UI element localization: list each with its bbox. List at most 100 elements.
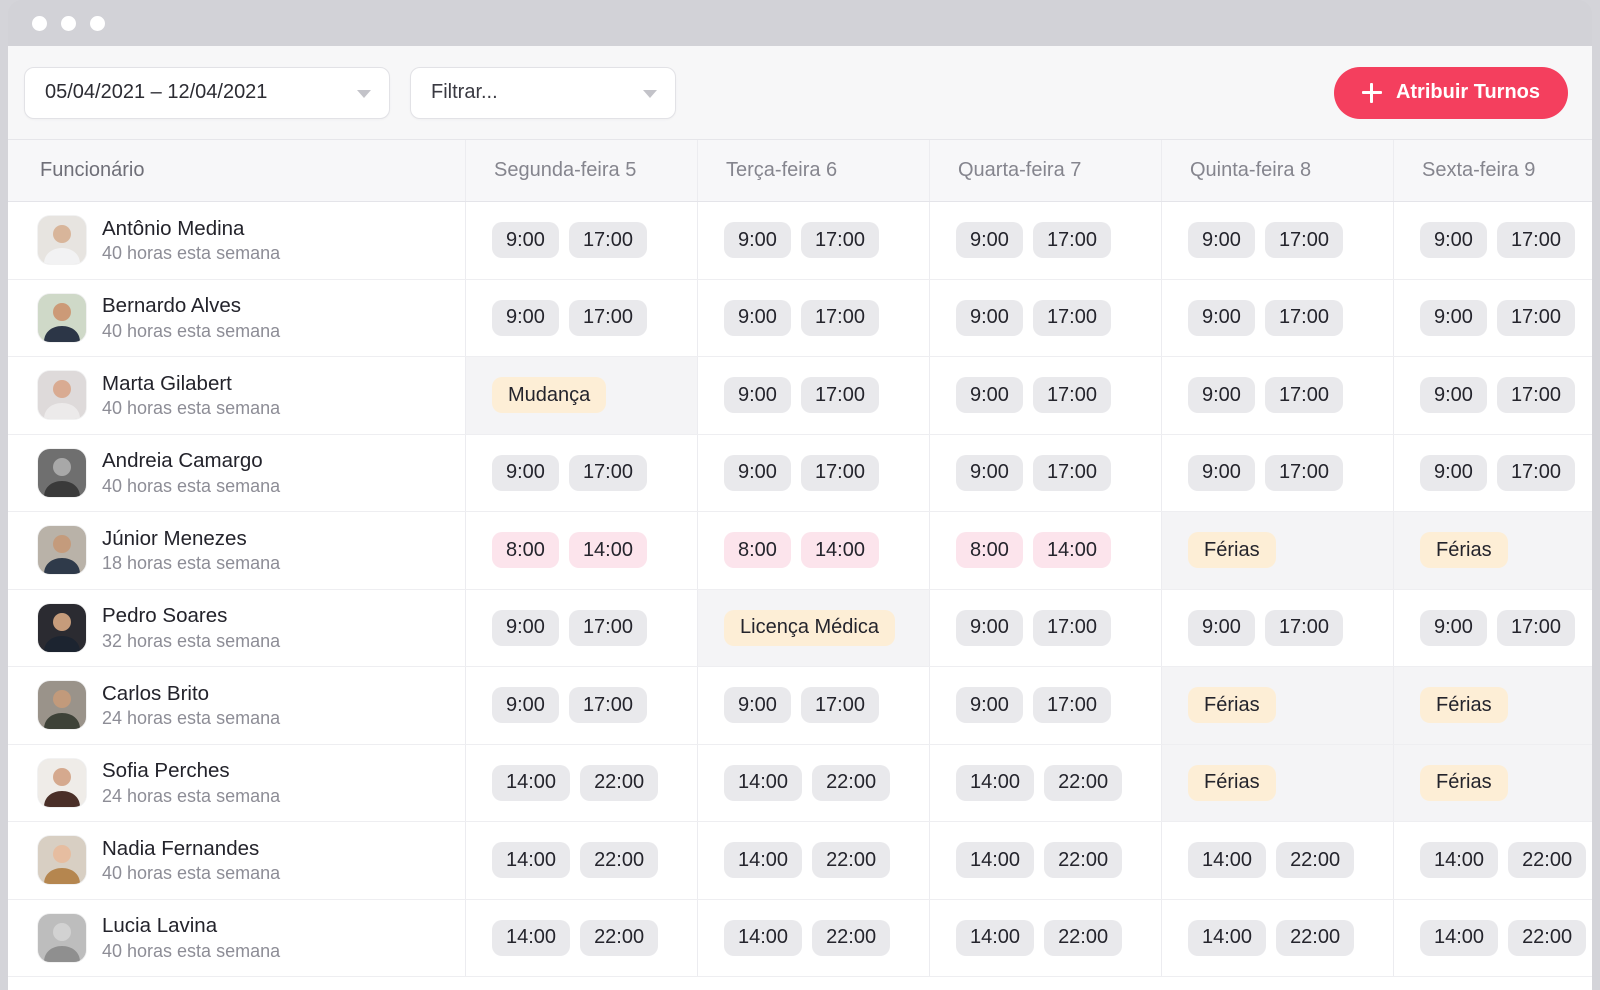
shift-cell[interactable]: 14:00 22:00 — [930, 822, 1162, 899]
shift-start-pill[interactable]: 9:00 — [1188, 222, 1255, 259]
shift-start-pill[interactable]: 9:00 — [1420, 377, 1487, 414]
shift-start-pill[interactable]: 9:00 — [956, 222, 1023, 259]
shift-end-pill[interactable]: 17:00 — [800, 222, 879, 259]
shift-end-pill[interactable]: 22:00 — [580, 919, 659, 956]
shift-start-pill[interactable]: 8:00 — [724, 532, 791, 569]
shift-cell[interactable]: 9:00 17:00 — [1394, 357, 1592, 434]
shift-end-pill[interactable]: 22:00 — [1044, 764, 1123, 801]
table-row[interactable]: Lucia Lavina 40 horas esta semana 14:00 22:… — [8, 899, 1592, 977]
shift-start-pill[interactable]: 14:00 — [724, 919, 803, 956]
shift-start-pill[interactable]: 14:00 — [492, 919, 571, 956]
absence-pill[interactable]: Licença Médica — [724, 609, 895, 646]
employee-cell[interactable]: Carlos Brito 24 horas esta semana — [8, 667, 466, 744]
shift-end-pill[interactable]: 22:00 — [580, 764, 659, 801]
shift-cell[interactable]: 8:00 14:00 — [466, 512, 698, 589]
shift-cell[interactable]: 8:00 14:00 — [930, 512, 1162, 589]
shift-end-pill[interactable]: 17:00 — [1264, 609, 1343, 646]
shift-start-pill[interactable]: 9:00 — [492, 222, 559, 259]
table-row[interactable]: Nadia Fernandes 40 horas esta semana 14:00… — [8, 822, 1592, 900]
table-row[interactable]: Pedro Soares 32 horas esta semana 9:00 17:0… — [8, 589, 1592, 667]
employee-cell[interactable]: Júnior Menezes 18 horas esta semana — [8, 512, 466, 589]
table-row[interactable]: Antônio Medina 40 horas esta semana 9:00 17… — [8, 202, 1592, 280]
shift-start-pill[interactable]: 14:00 — [1188, 919, 1267, 956]
employee-cell[interactable]: Sofia Perches 24 horas esta semana — [8, 744, 466, 821]
date-range-select[interactable]: 05/04/2021 – 12/04/2021 — [24, 66, 390, 119]
absence-pill[interactable]: Férias — [1188, 687, 1276, 724]
employee-cell[interactable]: Pedro Soares 32 horas esta semana — [8, 589, 466, 666]
table-row[interactable]: Sofia Perches 24 horas esta semana 14:00 22… — [8, 744, 1592, 822]
shift-cell[interactable]: 14:00 22:00 — [1394, 822, 1592, 899]
shift-start-pill[interactable]: 9:00 — [1420, 222, 1487, 259]
shift-cell[interactable]: 14:00 22:00 — [466, 744, 698, 821]
shift-cell[interactable]: 9:00 17:00 — [1162, 434, 1394, 511]
absence-cell[interactable]: Férias — [1394, 512, 1592, 589]
shift-end-pill[interactable]: 17:00 — [1032, 299, 1111, 336]
shift-start-pill[interactable]: 9:00 — [492, 454, 559, 491]
table-row[interactable]: Carlos Brito 24 horas esta semana 9:00 17:0… — [8, 667, 1592, 745]
shift-end-pill[interactable]: 14:00 — [1032, 532, 1111, 569]
shift-end-pill[interactable]: 22:00 — [812, 842, 891, 879]
shift-cell[interactable]: 14:00 22:00 — [466, 899, 698, 976]
shift-cell[interactable]: 9:00 17:00 — [1162, 279, 1394, 356]
table-row[interactable]: Bernardo Alves 40 horas esta semana 9:00 17… — [8, 279, 1592, 357]
shift-cell[interactable]: 14:00 22:00 — [930, 899, 1162, 976]
shift-cell[interactable]: 9:00 17:00 — [930, 357, 1162, 434]
shift-cell[interactable]: 9:00 17:00 — [466, 434, 698, 511]
shift-start-pill[interactable]: 9:00 — [1420, 609, 1487, 646]
absence-pill[interactable]: Mudança — [492, 377, 607, 414]
absence-cell[interactable]: Férias — [1162, 512, 1394, 589]
close-dot[interactable] — [32, 15, 47, 31]
shift-cell[interactable]: 14:00 22:00 — [1162, 899, 1394, 976]
shift-end-pill[interactable]: 22:00 — [1508, 842, 1587, 879]
shift-end-pill[interactable]: 22:00 — [1276, 842, 1355, 879]
shift-cell[interactable]: 9:00 17:00 — [698, 202, 930, 279]
shift-end-pill[interactable]: 17:00 — [1032, 609, 1111, 646]
shift-end-pill[interactable]: 17:00 — [1032, 687, 1111, 724]
shift-end-pill[interactable]: 17:00 — [800, 377, 879, 414]
shift-cell[interactable]: 9:00 17:00 — [930, 279, 1162, 356]
shift-end-pill[interactable]: 17:00 — [1496, 299, 1575, 336]
shift-end-pill[interactable]: 17:00 — [1264, 299, 1343, 336]
shift-end-pill[interactable]: 22:00 — [580, 842, 659, 879]
table-row[interactable]: Júnior Menezes 18 horas esta semana 8:00 14… — [8, 512, 1592, 590]
shift-cell[interactable]: 14:00 22:00 — [1394, 900, 1592, 977]
shift-start-pill[interactable]: 9:00 — [492, 299, 559, 336]
employee-cell[interactable]: Andreia Camargo 40 horas esta semana — [8, 434, 466, 511]
shift-start-pill[interactable]: 14:00 — [1188, 842, 1267, 879]
shift-cell[interactable]: 8:00 14:00 — [698, 512, 930, 589]
shift-end-pill[interactable]: 17:00 — [800, 299, 879, 336]
absence-pill[interactable]: Férias — [1420, 764, 1508, 801]
shift-start-pill[interactable]: 9:00 — [724, 454, 791, 491]
shift-end-pill[interactable]: 17:00 — [568, 609, 647, 646]
schedule-grid[interactable]: Funcionário Segunda-feira 5 Terça-feira … — [8, 140, 1592, 989]
shift-cell[interactable]: 14:00 22:00 — [698, 899, 930, 976]
shift-end-pill[interactable]: 14:00 — [568, 532, 647, 569]
shift-cell[interactable]: 14:00 22:00 — [698, 744, 930, 821]
shift-end-pill[interactable]: 22:00 — [1508, 919, 1587, 956]
shift-cell[interactable]: 9:00 17:00 — [466, 589, 698, 666]
shift-end-pill[interactable]: 14:00 — [800, 532, 879, 569]
shift-cell[interactable]: 9:00 17:00 — [1162, 589, 1394, 666]
shift-start-pill[interactable]: 8:00 — [956, 532, 1023, 569]
shift-start-pill[interactable]: 14:00 — [956, 919, 1035, 956]
shift-cell[interactable]: 9:00 17:00 — [698, 279, 930, 356]
shift-cell[interactable]: 9:00 17:00 — [1394, 590, 1592, 667]
filter-select[interactable]: Filtrar... — [410, 66, 676, 119]
employee-cell[interactable]: Bernardo Alves 40 horas esta semana — [8, 279, 466, 356]
shift-start-pill[interactable]: 14:00 — [492, 842, 571, 879]
shift-start-pill[interactable]: 14:00 — [492, 764, 571, 801]
shift-end-pill[interactable]: 17:00 — [1496, 609, 1575, 646]
shift-start-pill[interactable]: 8:00 — [492, 532, 559, 569]
assign-shifts-button[interactable]: Atribuir Turnos — [1333, 66, 1568, 119]
absence-cell[interactable]: Férias — [1162, 667, 1394, 744]
shift-cell[interactable]: 9:00 17:00 — [930, 589, 1162, 666]
shift-start-pill[interactable]: 9:00 — [1420, 454, 1487, 491]
shift-end-pill[interactable]: 22:00 — [1044, 919, 1123, 956]
shift-cell[interactable]: 9:00 17:00 — [930, 202, 1162, 279]
shift-start-pill[interactable]: 9:00 — [956, 299, 1023, 336]
shift-start-pill[interactable]: 9:00 — [724, 299, 791, 336]
shift-cell[interactable]: 9:00 17:00 — [1394, 435, 1592, 512]
shift-end-pill[interactable]: 17:00 — [1032, 377, 1111, 414]
absence-cell[interactable]: Férias — [1394, 667, 1592, 744]
shift-end-pill[interactable]: 17:00 — [568, 222, 647, 259]
